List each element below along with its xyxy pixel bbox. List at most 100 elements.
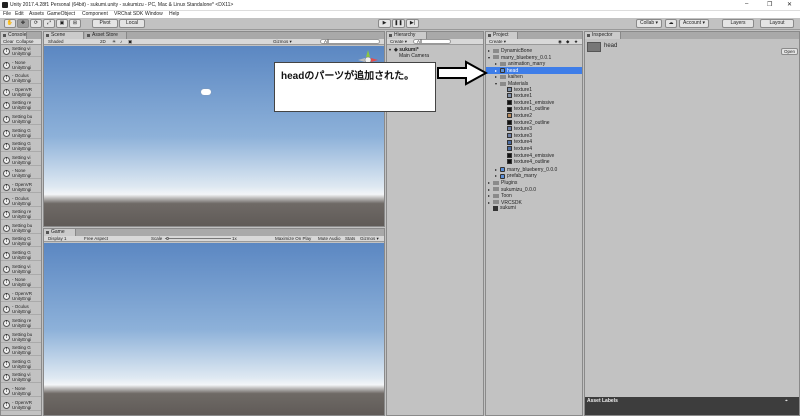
- console-row[interactable]: ! Setting G UnityEngi: [1, 345, 41, 357]
- console-row[interactable]: ! Setting vi UnityEngi: [1, 155, 41, 166]
- console-source: UnityEngi: [12, 187, 32, 192]
- rect-tool-button[interactable]: ▣: [56, 19, 68, 28]
- console-row[interactable]: ! - Oculus UnityEngi: [1, 304, 41, 316]
- project-create-dropdown[interactable]: Create ▾: [489, 39, 506, 45]
- label-tag-icon[interactable]: ⌖: [785, 398, 788, 404]
- console-row[interactable]: ! Setting re UnityEngi: [1, 318, 41, 329]
- console-row[interactable]: ! Setting bu UnityEngi: [1, 114, 41, 125]
- console-row[interactable]: ! Setting re UnityEngi: [1, 209, 41, 221]
- star-icon[interactable]: ★: [574, 39, 578, 45]
- console-row[interactable]: ! - OpenVR UnityEngi: [1, 400, 41, 411]
- mute-audio-toggle[interactable]: Mute Audio: [318, 236, 341, 242]
- shading-dropdown[interactable]: Shaded: [48, 39, 64, 45]
- open-button[interactable]: Open: [781, 48, 798, 55]
- light-toggle-icon[interactable]: ☀: [112, 39, 116, 45]
- console-row[interactable]: ! Setting G UnityEngi: [1, 359, 41, 370]
- display-dropdown[interactable]: Display 1: [48, 236, 67, 242]
- stats-toggle[interactable]: Stats: [345, 236, 355, 242]
- mode-2d-toggle[interactable]: 2D: [100, 39, 106, 45]
- project-item[interactable]: sukumi: [486, 205, 582, 212]
- tab-console[interactable]: Console: [1, 32, 27, 39]
- project-item-label: texture4: [514, 146, 533, 152]
- console-row[interactable]: ! Setting G UnityEngi: [1, 250, 41, 261]
- console-source: UnityEngi: [12, 323, 32, 328]
- hierarchy-search-input[interactable]: All: [413, 39, 451, 44]
- console-row[interactable]: ! - Oculus UnityEngi: [1, 196, 41, 207]
- collab-button[interactable]: Collab ▾: [636, 19, 662, 28]
- rotate-tool-button[interactable]: ⟳: [30, 19, 42, 28]
- menu-vrchat-sdk[interactable]: VRChat SDK: [114, 11, 143, 17]
- console-row[interactable]: ! - OpenVR UnityEngi: [1, 182, 41, 193]
- effects-toggle-icon[interactable]: ▣: [128, 39, 132, 45]
- console-row[interactable]: ! - None UnityEngi: [1, 60, 41, 71]
- console-row[interactable]: ! Setting bu UnityEngi: [1, 223, 41, 234]
- aspect-dropdown[interactable]: Free Aspect: [84, 236, 108, 242]
- audio-toggle-icon[interactable]: ♪: [120, 39, 122, 45]
- tab-hierarchy[interactable]: Hierarchy: [387, 32, 427, 39]
- console-row[interactable]: ! Setting G UnityEngi: [1, 128, 41, 139]
- filter-label-icon[interactable]: ◆: [566, 39, 569, 45]
- console-row[interactable]: ! - OpenVR UnityEngi: [1, 291, 41, 302]
- transform-tool-button[interactable]: ⊞: [69, 19, 81, 28]
- tab-asset-store[interactable]: Asset Store: [85, 32, 127, 39]
- tab-game[interactable]: Game: [44, 229, 76, 236]
- hierarchy-scene-row[interactable]: ▾ ◈ sukumi*: [389, 46, 419, 53]
- cloud-button[interactable]: ☁: [665, 19, 677, 28]
- step-button[interactable]: ▶|: [406, 19, 419, 28]
- console-row[interactable]: ! Setting G UnityEngi: [1, 141, 41, 153]
- project-item-label: texture4_outline: [514, 159, 550, 166]
- hand-tool-button[interactable]: ✋: [4, 19, 16, 28]
- console-row[interactable]: ! Setting vi UnityEngi: [1, 372, 41, 384]
- console-row[interactable]: ! Setting G UnityEngi: [1, 236, 41, 248]
- filter-type-icon[interactable]: ◉: [558, 39, 562, 45]
- scene-search-input[interactable]: All: [320, 39, 380, 44]
- menu-window[interactable]: Window: [145, 11, 163, 17]
- layers-dropdown[interactable]: Layers: [722, 19, 754, 28]
- pivot-toggle[interactable]: Pivot: [92, 19, 118, 28]
- console-row[interactable]: ! Setting vi UnityEngi: [1, 264, 41, 275]
- menu-gameobject[interactable]: GameObject: [47, 11, 75, 17]
- local-toggle[interactable]: Local: [119, 19, 145, 28]
- console-row[interactable]: ! Setting re UnityEngi: [1, 100, 41, 112]
- console-row[interactable]: ! - OpenVR UnityEngi: [1, 87, 41, 98]
- layout-dropdown[interactable]: Layout: [760, 19, 794, 28]
- scale-slider-thumb[interactable]: [166, 237, 169, 240]
- game-viewport[interactable]: [44, 243, 384, 415]
- scale-tool-button[interactable]: ⤢: [43, 19, 55, 28]
- console-row[interactable]: ! Setting bu UnityEngi: [1, 332, 41, 343]
- info-icon: !: [3, 374, 10, 382]
- menu-component[interactable]: Component: [82, 11, 108, 17]
- project-item-label: texture3: [514, 126, 533, 133]
- tab-scene[interactable]: Scene: [44, 32, 84, 39]
- hierarchy-item-main-camera[interactable]: Main Camera: [399, 53, 429, 60]
- menu-assets[interactable]: Assets: [29, 11, 44, 17]
- move-tool-button[interactable]: ✥: [17, 19, 29, 28]
- game-gizmos-dropdown[interactable]: Gizmos ▾: [360, 236, 379, 242]
- play-button[interactable]: ▶: [378, 19, 391, 28]
- console-row[interactable]: ! - None UnityEngi: [1, 386, 41, 397]
- menu-edit[interactable]: Edit: [15, 11, 24, 17]
- console-row[interactable]: ! Setting vi UnityEngi: [1, 46, 41, 57]
- scale-slider[interactable]: [165, 238, 231, 239]
- maximize-on-play-toggle[interactable]: Maximize On Play: [275, 236, 311, 242]
- close-button[interactable]: ✕: [787, 1, 792, 8]
- console-row[interactable]: ! - Oculus UnityEngi: [1, 73, 41, 85]
- maximize-button[interactable]: ❐: [767, 1, 772, 8]
- console-row[interactable]: ! - None UnityEngi: [1, 168, 41, 180]
- pause-button[interactable]: ❚❚: [392, 19, 405, 28]
- tab-project[interactable]: Project: [486, 32, 518, 39]
- minimize-button[interactable]: –: [745, 1, 748, 7]
- console-collapse-button[interactable]: Collapse: [16, 39, 34, 45]
- console-row[interactable]: ! - None UnityEngi: [1, 277, 41, 289]
- prefab-icon: [500, 166, 505, 172]
- hierarchy-create-dropdown[interactable]: Create ▾: [390, 39, 407, 45]
- material-icon: [507, 93, 512, 99]
- annotation-text: headのパーツが追加された。: [281, 71, 415, 82]
- console-source: UnityEngi: [12, 282, 32, 288]
- menu-help[interactable]: Help: [169, 11, 179, 17]
- menu-file[interactable]: File: [3, 11, 11, 17]
- scene-gizmos-dropdown[interactable]: Gizmos ▾: [273, 39, 292, 45]
- account-dropdown[interactable]: Account ▾: [679, 19, 709, 28]
- console-clear-button[interactable]: Clear: [3, 39, 14, 45]
- tab-inspector[interactable]: Inspector: [585, 32, 621, 39]
